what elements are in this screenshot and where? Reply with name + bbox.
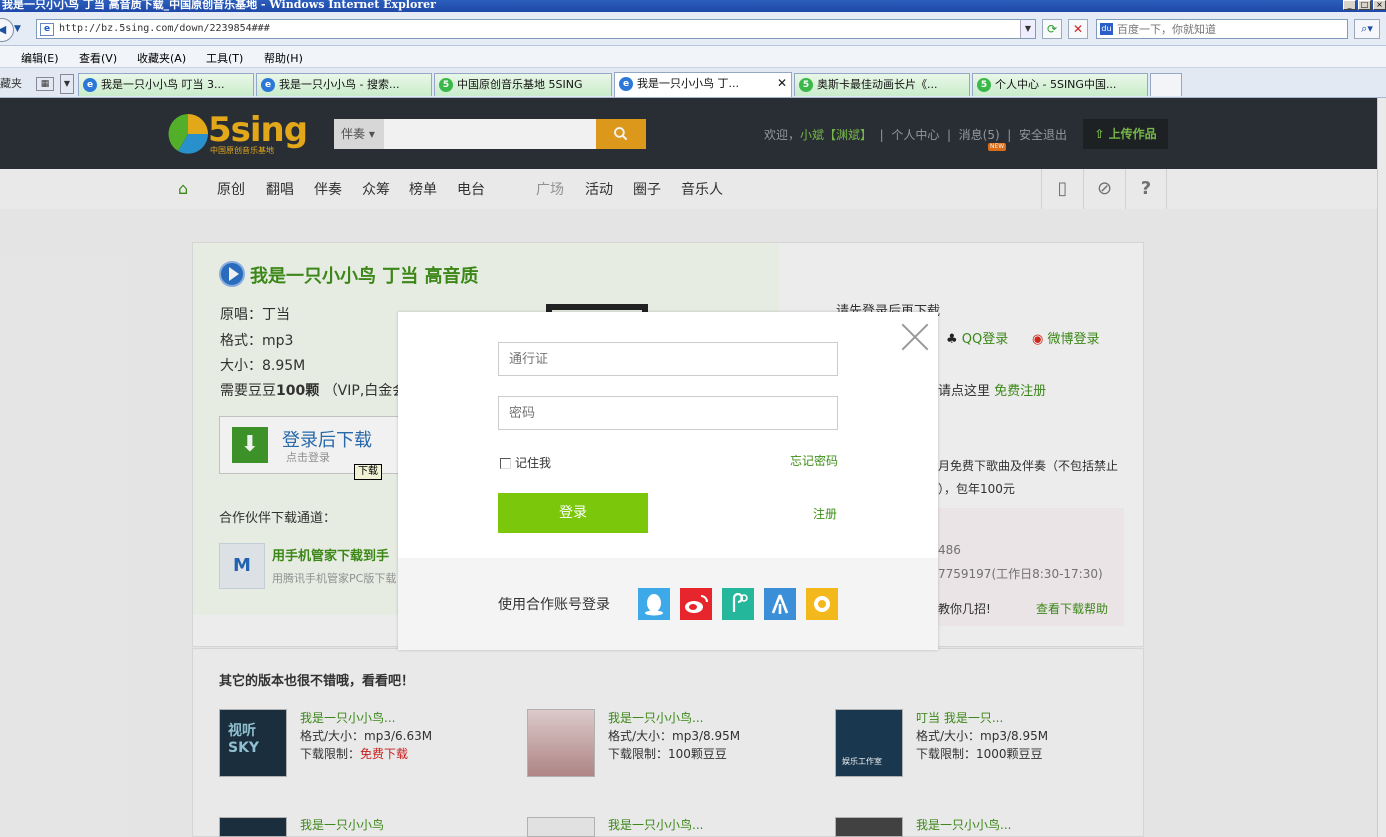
login-button[interactable]: 登录 bbox=[498, 493, 648, 533]
ie-icon: e bbox=[619, 77, 633, 91]
qq-login-icon[interactable] bbox=[638, 588, 670, 620]
address-bar[interactable]: e http://bz.5sing.com/down/2239854### ▼ bbox=[36, 19, 1036, 39]
new-tab-button[interactable] bbox=[1150, 73, 1182, 96]
favorites-label[interactable]: 藏夹 bbox=[0, 75, 22, 91]
baidu-icon: du bbox=[1100, 23, 1113, 35]
5sing-icon: 5 bbox=[799, 78, 813, 92]
search-box[interactable]: du bbox=[1096, 19, 1348, 39]
star-partner-login-icon[interactable] bbox=[806, 588, 838, 620]
menu-help[interactable]: 帮助(H) bbox=[264, 50, 303, 66]
partner-login-label: 使用合作账号登录 bbox=[498, 597, 610, 613]
menu-tools[interactable]: 工具(T) bbox=[206, 50, 243, 66]
history-dropdown-icon[interactable]: ▼ bbox=[14, 24, 21, 34]
tab-5[interactable]: 5 奥斯卡最佳动画长片《... bbox=[794, 73, 970, 96]
close-modal-icon[interactable] bbox=[901, 323, 929, 351]
tab-bar: 藏夹 ▦ ▼ e 我是一只小小鸟 叮当 3... e 我是一只小小鸟 - 搜索...… bbox=[0, 68, 1386, 98]
quick-tabs-icon[interactable]: ▦ bbox=[36, 77, 54, 91]
menu-bar: ) 编辑(E) 查看(V) 收藏夹(A) 工具(T) 帮助(H) bbox=[0, 46, 1386, 68]
remember-me[interactable]: 记住我 bbox=[500, 454, 551, 471]
stop-button[interactable]: ✕ bbox=[1068, 19, 1088, 39]
5sing-icon: 5 bbox=[977, 78, 991, 92]
back-button[interactable]: ◀ bbox=[0, 18, 14, 42]
tab-3[interactable]: 5 中国原创音乐基地 5SING bbox=[434, 73, 612, 96]
register-link[interactable]: 注册 bbox=[813, 505, 837, 522]
tab-label: 奥斯卡最佳动画长片《... bbox=[817, 78, 938, 91]
forgot-password-link[interactable]: 忘记密码 bbox=[790, 452, 838, 469]
music-partner-login-icon[interactable] bbox=[722, 588, 754, 620]
username-field[interactable] bbox=[498, 342, 838, 376]
partner-login-footer: 使用合作账号登录 bbox=[398, 558, 938, 650]
tab-label: 中国原创音乐基地 5SING bbox=[457, 78, 583, 91]
window-title-bar: 我是一只小小鸟 丁当 高音质下载_中国原创音乐基地 - Windows Inte… bbox=[0, 0, 1386, 12]
tab-4-active[interactable]: e 我是一只小小鸟 丁... ✕ bbox=[614, 72, 792, 97]
search-input[interactable] bbox=[1117, 21, 1342, 37]
tab-label: 个人中心 - 5SING中国... bbox=[995, 78, 1117, 91]
maximize-button[interactable]: □ bbox=[1358, 0, 1371, 10]
tab-2[interactable]: e 我是一只小小鸟 - 搜索... bbox=[256, 73, 432, 96]
menu-favorites[interactable]: 收藏夹(A) bbox=[137, 50, 186, 66]
tab-label: 我是一只小小鸟 丁... bbox=[637, 77, 739, 90]
address-dropdown-icon[interactable]: ▼ bbox=[1020, 20, 1035, 38]
tab-1[interactable]: e 我是一只小小鸟 叮当 3... bbox=[78, 73, 254, 96]
password-field[interactable] bbox=[498, 396, 838, 430]
tab-label: 我是一只小小鸟 叮当 3... bbox=[101, 78, 225, 91]
window-title: 我是一只小小鸟 丁当 高音质下载_中国原创音乐基地 - Windows Inte… bbox=[2, 0, 436, 11]
tab-label: 我是一只小小鸟 - 搜索... bbox=[279, 78, 400, 91]
url-text: http://bz.5sing.com/down/2239854### bbox=[59, 23, 270, 34]
close-tab-icon[interactable]: ✕ bbox=[777, 73, 787, 94]
menu-view[interactable]: 查看(V) bbox=[79, 50, 117, 66]
search-go-button[interactable]: ⌕▾ bbox=[1354, 19, 1380, 39]
weibo-login-icon[interactable] bbox=[680, 588, 712, 620]
ie-icon: e bbox=[261, 78, 275, 92]
remember-label: 记住我 bbox=[515, 456, 552, 470]
address-toolbar: ◀ ▼ e http://bz.5sing.com/down/2239854##… bbox=[0, 12, 1386, 46]
page-icon: e bbox=[40, 23, 54, 36]
login-modal: 记住我 忘记密码 登录 注册 使用合作账号登录 bbox=[398, 312, 938, 650]
menu-edit[interactable]: 编辑(E) bbox=[21, 50, 59, 66]
remember-checkbox[interactable] bbox=[500, 458, 511, 469]
refresh-button[interactable]: ⟳ bbox=[1042, 19, 1062, 39]
baidu-partner-login-icon[interactable] bbox=[764, 588, 796, 620]
tab-6[interactable]: 5 个人中心 - 5SING中国... bbox=[972, 73, 1148, 96]
close-window-button[interactable]: × bbox=[1373, 0, 1386, 10]
tab-list-dropdown-icon[interactable]: ▼ bbox=[60, 74, 74, 94]
ie-icon: e bbox=[83, 78, 97, 92]
vertical-scrollbar[interactable] bbox=[1377, 98, 1386, 837]
5sing-icon: 5 bbox=[439, 78, 453, 92]
minimize-button[interactable]: _ bbox=[1343, 0, 1356, 10]
